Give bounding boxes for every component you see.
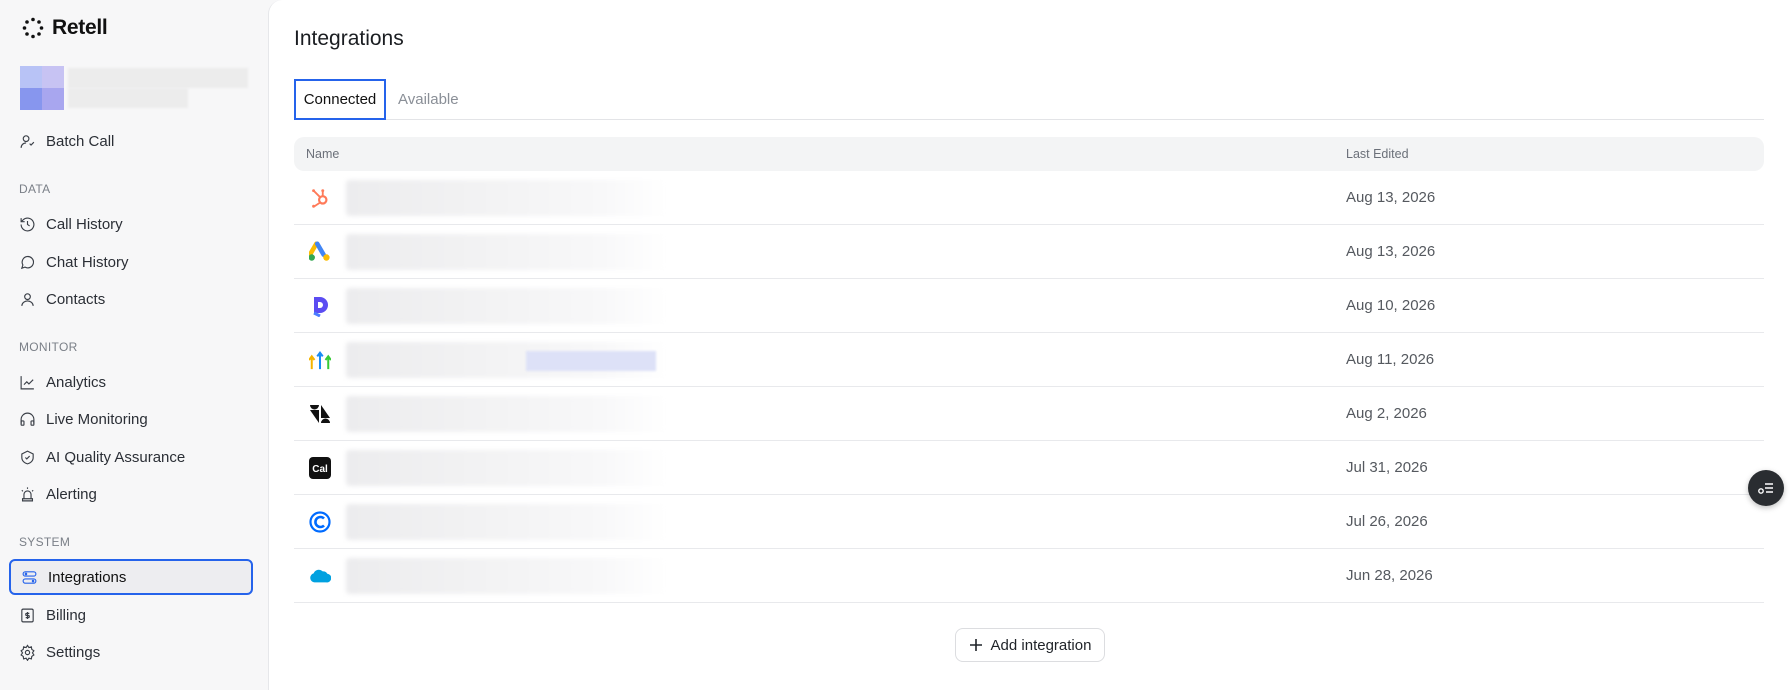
sidebar-item-label: Batch Call [46,132,115,150]
integration-name-redacted [346,234,666,270]
integrations-icon [22,570,37,584]
checklist-icon [1758,483,1773,494]
receipt-icon [21,608,34,622]
add-integration-label: Add integration [990,636,1092,654]
retell-logo-icon [22,17,44,39]
google-ads-icon [309,241,331,263]
table-row[interactable]: Aug 2, 2026 [294,387,1764,441]
last-edited: Jul 26, 2026 [1346,513,1428,530]
integration-name-redacted [346,288,666,324]
cal-com-icon: Cal [309,457,331,479]
table-row[interactable]: Aug 10, 2026 [294,279,1764,333]
sidebar-item-label: Analytics [46,373,107,391]
brand[interactable]: Retell [22,16,108,40]
table-row[interactable]: Cal Jul 31, 2026 [294,441,1764,495]
tab-bar: Connected Available [294,79,1764,120]
checklist-floating-button[interactable] [1748,470,1784,506]
user-icon [21,292,34,306]
batch-call-icon [20,134,35,148]
sidebar-item-integrations[interactable]: Integrations [9,559,253,595]
history-icon [20,217,35,231]
sidebar-item-label: AI Quality Assurance [46,448,186,466]
page-title: Integrations [294,27,404,50]
integration-name-redacted [346,558,666,594]
sidebar-item-analytics[interactable]: Analytics [9,364,253,400]
sidebar-item-ai-quality-assurance[interactable]: AI Quality Assurance [9,439,253,475]
sidebar-item-alerting[interactable]: Alerting [9,476,253,512]
sidebar-item-live-monitoring[interactable]: Live Monitoring [9,401,253,437]
siren-icon [21,486,34,501]
hubspot-icon [309,187,331,209]
table-row[interactable]: Aug 13, 2026 [294,171,1764,225]
sidebar-item-label: Call History [46,215,123,233]
dialpad-icon [309,295,331,317]
sidebar-item-contacts[interactable]: Contacts [9,281,253,317]
integration-badge-redacted [526,351,656,371]
sidebar: Retell Batch Call DATA Call History Chat… [0,0,268,690]
last-edited: Aug 11, 2026 [1346,351,1435,368]
sidebar-item-chat-history[interactable]: Chat History [9,244,253,280]
workspace-name-redacted [68,68,248,88]
sidebar-item-batch-call[interactable]: Batch Call [9,123,253,159]
gohighlevel-icon [309,349,331,371]
shield-check-icon [21,449,34,464]
last-edited: Aug 2, 2026 [1346,405,1427,422]
section-label-system: SYSTEM [19,535,71,549]
integration-name-redacted [346,396,666,432]
workspace-email-redacted [68,88,188,108]
table-row[interactable]: Jul 26, 2026 [294,495,1764,549]
column-header-last-edited: Last Edited [1346,147,1409,161]
calendly-icon [309,511,331,533]
table-row[interactable]: Aug 11, 2026 [294,333,1764,387]
main-panel: Integrations Connected Available Name La… [268,0,1792,690]
table-row[interactable]: Jun 28, 2026 [294,549,1764,603]
brand-name: Retell [52,16,108,39]
salesforce-icon [309,565,331,587]
workspace-switcher[interactable] [12,62,252,112]
sidebar-item-label: Live Monitoring [46,410,148,428]
chart-icon [20,375,34,389]
sidebar-item-label: Settings [46,643,101,661]
zendesk-icon [309,403,331,425]
add-integration-button[interactable]: Add integration [955,628,1105,662]
sidebar-item-label: Billing [46,606,87,624]
gear-icon [20,643,35,661]
integrations-table: Name Last Edited Aug 13, 2026 Aug 13, 20… [294,137,1764,603]
sidebar-item-label: Chat History [46,253,129,271]
sidebar-item-label: Alerting [46,485,97,503]
workspace-avatar [20,66,64,110]
integration-name-redacted [346,180,666,216]
integration-name-redacted [346,504,666,540]
section-label-monitor: MONITOR [19,340,78,354]
chat-icon [20,255,35,269]
last-edited: Aug 13, 2026 [1346,189,1436,206]
sidebar-item-call-history[interactable]: Call History [9,206,253,242]
last-edited: Jun 28, 2026 [1346,567,1433,584]
last-edited: Aug 10, 2026 [1346,297,1436,314]
section-label-data: DATA [19,182,51,196]
plus-icon [969,639,982,651]
svg-text:Cal: Cal [312,464,328,475]
table-header: Name Last Edited [294,137,1764,171]
last-edited: Aug 13, 2026 [1346,243,1436,260]
tab-available[interactable]: Available [398,79,459,120]
headphones-icon [20,412,35,426]
sidebar-item-billing[interactable]: Billing [9,597,253,633]
sidebar-item-label: Integrations [48,568,127,586]
integration-name-redacted [346,450,666,486]
last-edited: Jul 31, 2026 [1346,459,1428,476]
sidebar-item-label: Contacts [46,290,106,308]
column-header-name: Name [306,147,340,161]
sidebar-item-settings[interactable]: Settings [9,634,253,670]
tab-connected[interactable]: Connected [294,79,386,120]
table-row[interactable]: Aug 13, 2026 [294,225,1764,279]
